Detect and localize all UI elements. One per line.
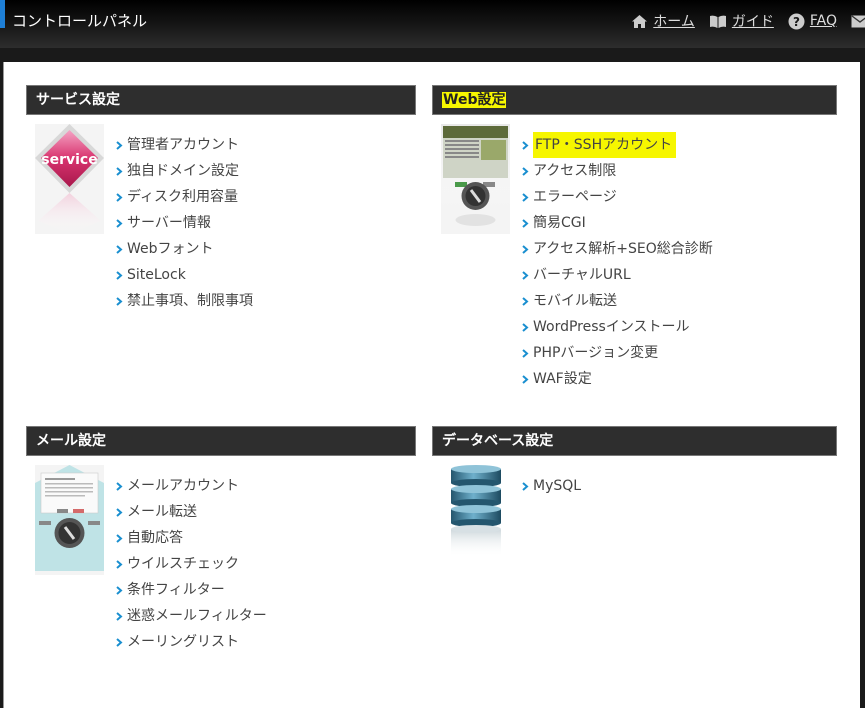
svg-text:service: service	[41, 152, 97, 168]
chevron-right-icon	[116, 297, 123, 306]
service-links: 管理者アカウント 独自ドメイン設定 ディスク利用容量 サーバー情報 Webフォン…	[114, 132, 253, 314]
top-bar: コントロールパネル ホーム ガイド ? FAQ	[0, 0, 865, 48]
chevron-right-icon	[116, 612, 123, 621]
main-content: サービス設定 service 管理者アカウント 独自ドメイン設定 ディスク利用容…	[3, 62, 860, 708]
section-title: データベース設定	[432, 426, 837, 456]
section-title: Web設定	[432, 85, 837, 115]
chevron-right-icon	[522, 245, 529, 254]
chevron-right-icon	[116, 271, 123, 280]
chevron-right-icon	[116, 167, 123, 176]
chevron-right-icon	[116, 508, 123, 517]
link-restrictions[interactable]: 禁止事項、制限事項	[114, 288, 253, 314]
link-php-version[interactable]: PHPバージョン変更	[520, 340, 713, 366]
chevron-right-icon	[116, 560, 123, 569]
link-simple-cgi[interactable]: 簡易CGI	[520, 210, 713, 236]
mail-icon	[851, 14, 865, 27]
book-icon	[709, 15, 726, 28]
chevron-right-icon	[522, 297, 529, 306]
chevron-right-icon	[116, 219, 123, 228]
chevron-right-icon	[116, 482, 123, 491]
nav-faq[interactable]: ? FAQ	[788, 13, 837, 30]
link-mail-account[interactable]: メールアカウント	[114, 473, 267, 499]
database-icon	[441, 465, 510, 575]
link-condition-filter[interactable]: 条件フィルター	[114, 577, 267, 603]
mail-envelope-icon	[35, 465, 104, 575]
link-sitelock[interactable]: SiteLock	[114, 262, 253, 288]
chevron-right-icon	[116, 193, 123, 202]
nav-home[interactable]: ホーム	[631, 11, 695, 31]
link-domain-settings[interactable]: 独自ドメイン設定	[114, 158, 253, 184]
link-web-font[interactable]: Webフォント	[114, 236, 253, 262]
service-badge-icon: service	[35, 124, 104, 234]
link-server-info[interactable]: サーバー情報	[114, 210, 253, 236]
chevron-right-icon	[522, 271, 529, 280]
section-mail: メール設定 メールアカウント メール転送 自動応答 ウイルスチェック 条件フィル…	[26, 426, 416, 650]
link-auto-reply[interactable]: 自動応答	[114, 525, 267, 551]
link-disk-usage[interactable]: ディスク利用容量	[114, 184, 253, 210]
link-access-restriction[interactable]: アクセス制限	[520, 158, 713, 184]
accent-stripe	[0, 0, 5, 28]
link-spam-filter[interactable]: 迷惑メールフィルター	[114, 603, 267, 629]
link-virtual-url[interactable]: バーチャルURL	[520, 262, 713, 288]
link-virus-check[interactable]: ウイルスチェック	[114, 551, 267, 577]
nav-home-label[interactable]: ホーム	[653, 11, 695, 31]
top-nav: ホーム ガイド ? FAQ	[631, 11, 865, 31]
chevron-right-icon	[522, 375, 529, 384]
mail-link[interactable]	[851, 14, 865, 28]
section-service: サービス設定 service 管理者アカウント 独自ドメイン設定 ディスク利用容…	[26, 85, 416, 309]
question-icon: ?	[788, 13, 805, 29]
home-icon	[632, 14, 648, 28]
link-mysql[interactable]: MySQL	[520, 473, 581, 499]
chevron-right-icon	[522, 482, 529, 491]
section-title: サービス設定	[26, 85, 416, 115]
link-access-analysis-seo[interactable]: アクセス解析+SEO総合診断	[520, 236, 713, 262]
chevron-right-icon	[116, 534, 123, 543]
chevron-right-icon	[116, 638, 123, 647]
link-mailing-list[interactable]: メーリングリスト	[114, 629, 267, 655]
link-admin-account[interactable]: 管理者アカウント	[114, 132, 253, 158]
chevron-right-icon	[522, 323, 529, 332]
app-title: コントロールパネル	[12, 12, 148, 30]
chevron-right-icon	[116, 141, 123, 150]
section-web: Web設定 FTP・SSHアカウント アクセス制限 エラーページ 簡易CGI ア…	[432, 85, 837, 387]
chevron-right-icon	[522, 219, 529, 228]
chevron-right-icon	[116, 586, 123, 595]
link-wordpress-install[interactable]: WordPressインストール	[520, 314, 713, 340]
chevron-right-icon	[522, 193, 529, 202]
nav-faq-label[interactable]: FAQ	[810, 13, 837, 29]
nav-guide[interactable]: ガイド	[709, 11, 774, 31]
web-links: FTP・SSHアカウント アクセス制限 エラーページ 簡易CGI アクセス解析+…	[520, 132, 713, 392]
database-links: MySQL	[520, 473, 581, 499]
section-database: データベース設定 MySQL	[432, 426, 837, 575]
link-ftp-ssh-account[interactable]: FTP・SSHアカウント	[520, 132, 713, 158]
chevron-right-icon	[522, 141, 529, 150]
web-page-icon	[441, 124, 510, 234]
nav-guide-label[interactable]: ガイド	[732, 11, 774, 31]
link-waf-settings[interactable]: WAF設定	[520, 366, 713, 392]
chevron-right-icon	[116, 245, 123, 254]
chevron-right-icon	[522, 167, 529, 176]
mail-links: メールアカウント メール転送 自動応答 ウイルスチェック 条件フィルター 迷惑メ…	[114, 473, 267, 655]
link-error-page[interactable]: エラーページ	[520, 184, 713, 210]
chevron-right-icon	[522, 349, 529, 358]
link-mobile-redirect[interactable]: モバイル転送	[520, 288, 713, 314]
svg-text:?: ?	[793, 15, 800, 29]
link-mail-forward[interactable]: メール転送	[114, 499, 267, 525]
section-title: メール設定	[26, 426, 416, 456]
